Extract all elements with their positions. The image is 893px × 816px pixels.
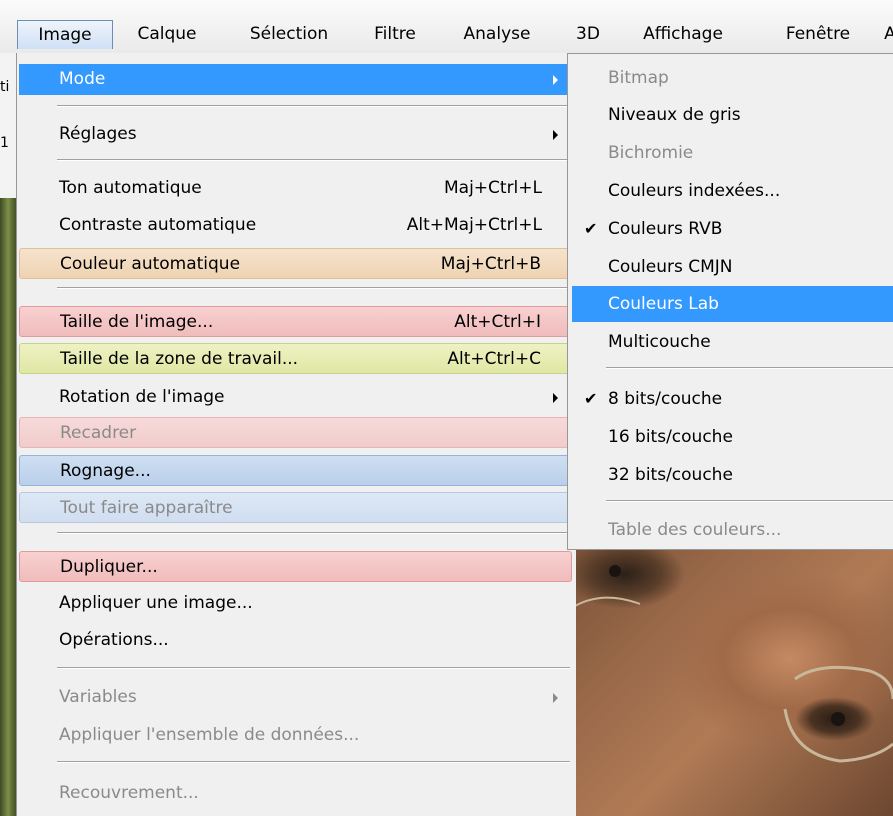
menu-item-label: Réglages [59, 124, 137, 144]
menu-item-contraste-automatique[interactable]: Contraste automatique Alt+Maj+Ctrl+L [19, 210, 572, 241]
menu-item-label: Taille de la zone de travail... [60, 349, 299, 369]
menu-item-label: Tout faire apparaître [60, 498, 233, 518]
submenu-item-label: Table des couleurs... [608, 520, 782, 540]
menu-image[interactable]: Image [17, 20, 113, 49]
image-menu-dropdown: Mode Réglages Ton automatique Maj+Ctrl+L… [16, 53, 576, 816]
submenu-item-multicouche[interactable]: Multicouche [572, 324, 893, 360]
menu-item-label: Appliquer l'ensemble de données... [59, 725, 360, 745]
menu-3d[interactable]: 3D [569, 20, 607, 49]
glasses-shape [570, 565, 893, 763]
submenu-item-couleurs-lab[interactable]: Couleurs Lab [572, 286, 893, 322]
menu-item-couleur-automatique[interactable]: Couleur automatique Maj+Ctrl+B [19, 248, 572, 279]
menu-separator [57, 532, 570, 534]
menu-selection[interactable]: Sélection [233, 20, 345, 49]
menu-item-recouvrement[interactable]: Recouvrement... [19, 778, 572, 809]
submenu-arrow-icon [553, 693, 558, 703]
menu-item-shortcut: Maj+Ctrl+B [440, 254, 541, 274]
menu-fenetre[interactable]: Fenêtre [766, 20, 870, 49]
menu-item-label: Dupliquer... [60, 557, 158, 577]
mode-submenu: Bitmap Niveaux de gris Bichromie Couleur… [567, 53, 893, 550]
menu-aide-partial[interactable]: A [880, 20, 893, 49]
menu-item-tout-faire-apparaitre[interactable]: Tout faire apparaître [19, 492, 572, 523]
submenu-item-label: Couleurs CMJN [608, 257, 733, 277]
submenu-item-table-des-couleurs[interactable]: Table des couleurs... [572, 512, 893, 548]
menu-item-reglages[interactable]: Réglages [19, 119, 572, 150]
submenu-item-label: Bitmap [608, 68, 669, 88]
menu-item-shortcut: Alt+Ctrl+I [454, 312, 541, 332]
menu-item-recadrer[interactable]: Recadrer [19, 417, 572, 448]
submenu-separator [606, 500, 893, 502]
menu-separator [57, 105, 570, 107]
submenu-item-label: 32 bits/couche [608, 465, 733, 485]
menu-item-shortcut: Alt+Ctrl+C [447, 349, 541, 369]
menu-item-variables[interactable]: Variables [19, 682, 572, 713]
menu-separator [57, 761, 570, 763]
checkmark-icon: ✔ [584, 389, 598, 408]
menu-item-label: Recouvrement... [59, 783, 199, 803]
menu-item-mode[interactable]: Mode [19, 64, 572, 95]
submenu-item-16-bits[interactable]: 16 bits/couche [572, 419, 893, 455]
submenu-item-label: 8 bits/couche [608, 389, 723, 409]
menu-item-appliquer-ensemble-donnees[interactable]: Appliquer l'ensemble de données... [19, 720, 572, 751]
menu-item-label: Mode [59, 69, 106, 89]
submenu-item-niveaux-de-gris[interactable]: Niveaux de gris [572, 97, 893, 133]
menu-item-label: Variables [59, 687, 137, 707]
submenu-item-bichromie[interactable]: Bichromie [572, 135, 893, 171]
menu-item-shortcut: Alt+Maj+Ctrl+L [406, 215, 542, 235]
menu-item-label: Couleur automatique [60, 254, 241, 274]
menu-item-label: Appliquer une image... [59, 593, 253, 613]
menu-item-label: Recadrer [60, 423, 137, 443]
submenu-item-bitmap[interactable]: Bitmap [572, 60, 893, 96]
menu-item-label: Contraste automatique [59, 215, 257, 235]
submenu-item-label: Couleurs RVB [608, 219, 723, 239]
menu-item-label: Rotation de l'image [59, 387, 225, 407]
submenu-item-couleurs-rvb[interactable]: ✔ Couleurs RVB [572, 211, 893, 247]
menu-item-label: Taille de l'image... [60, 312, 214, 332]
menu-item-dupliquer[interactable]: Dupliquer... [19, 551, 572, 582]
menu-item-ton-automatique[interactable]: Ton automatique Maj+Ctrl+L [19, 173, 572, 204]
submenu-item-couleurs-indexees[interactable]: Couleurs indexées... [572, 173, 893, 209]
document-photo [570, 549, 893, 816]
menu-separator [57, 287, 570, 289]
menu-item-rotation-image[interactable]: Rotation de l'image [19, 382, 572, 413]
menu-item-label: Rognage... [60, 461, 151, 481]
menu-item-appliquer-image[interactable]: Appliquer une image... [19, 588, 572, 619]
submenu-item-label: 16 bits/couche [608, 427, 733, 447]
menu-item-shortcut: Maj+Ctrl+L [443, 178, 542, 198]
submenu-separator [606, 367, 893, 369]
menu-item-operations[interactable]: Opérations... [19, 625, 572, 656]
menu-calque[interactable]: Calque [125, 20, 209, 49]
submenu-item-label: Couleurs Lab [608, 294, 719, 314]
submenu-item-32-bits[interactable]: 32 bits/couche [572, 457, 893, 493]
menu-filtre[interactable]: Filtre [362, 20, 428, 49]
submenu-item-8-bits[interactable]: ✔ 8 bits/couche [572, 381, 893, 417]
menu-separator [57, 667, 570, 669]
menu-item-label: Ton automatique [59, 178, 202, 198]
submenu-item-label: Niveaux de gris [608, 105, 741, 125]
menu-item-label: Opérations... [59, 630, 169, 650]
submenu-item-label: Couleurs indexées... [608, 181, 781, 201]
submenu-item-couleurs-cmjn[interactable]: Couleurs CMJN [572, 249, 893, 285]
submenu-arrow-icon [553, 75, 558, 85]
checkmark-icon: ✔ [584, 219, 598, 238]
menu-item-taille-zone-travail[interactable]: Taille de la zone de travail... Alt+Ctrl… [19, 343, 572, 374]
submenu-arrow-icon [553, 130, 558, 140]
submenu-item-label: Bichromie [608, 143, 694, 163]
menu-item-taille-image[interactable]: Taille de l'image... Alt+Ctrl+I [19, 306, 572, 337]
menubar: Image Calque Sélection Filtre Analyse 3D… [0, 0, 893, 53]
menu-affichage[interactable]: Affichage [622, 20, 744, 49]
submenu-arrow-icon [553, 393, 558, 403]
submenu-item-label: Multicouche [608, 332, 711, 352]
menu-analyse[interactable]: Analyse [447, 20, 547, 49]
menu-separator [57, 159, 570, 161]
menu-item-rognage[interactable]: Rognage... [19, 455, 572, 486]
